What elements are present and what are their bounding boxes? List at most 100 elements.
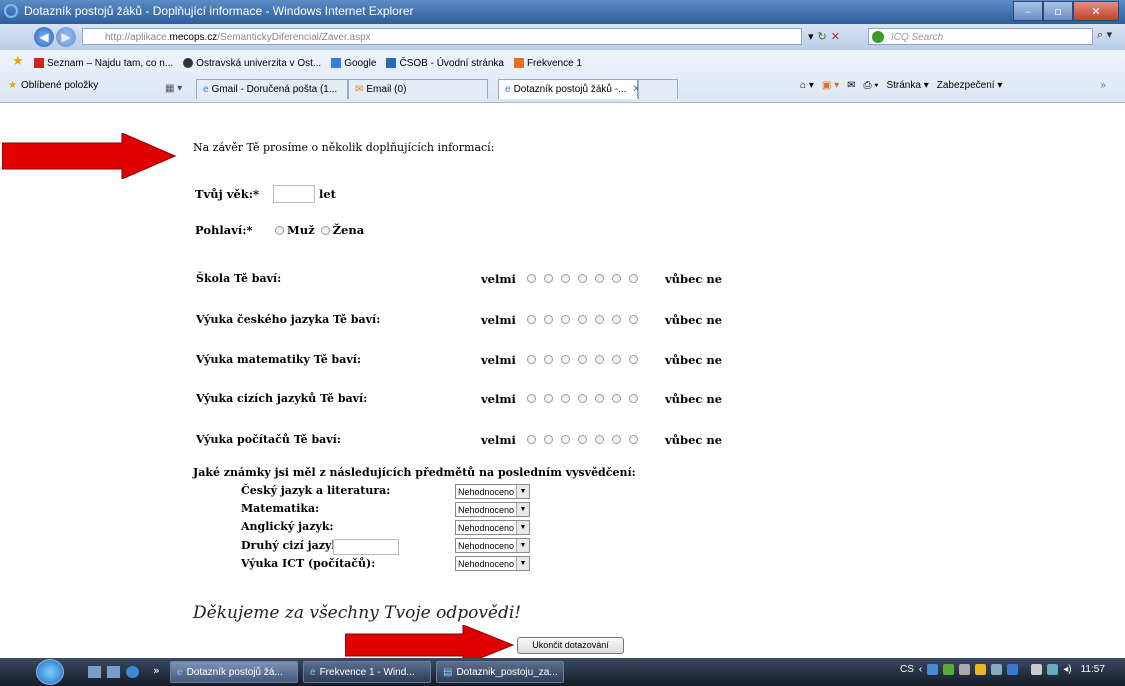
stop-icon[interactable]: ✕ <box>831 30 840 43</box>
grade-select-english[interactable]: Nehodnoceno ▼ <box>455 520 530 535</box>
shield-icon[interactable] <box>975 664 987 675</box>
clock[interactable]: 11:57 <box>1081 664 1105 675</box>
favorite-link-ostravska[interactable]: Ostravská univerzita v Ost... <box>183 55 321 71</box>
forward-arrow-icon[interactable]: ▶ <box>56 27 76 47</box>
favorites-button[interactable]: ★ Oblíbené položky <box>8 80 98 91</box>
scale-radio[interactable] <box>544 435 553 444</box>
scale-radio[interactable] <box>578 355 587 364</box>
grade-select-ict[interactable]: Nehodnoceno ▼ <box>455 556 530 571</box>
scale-radio[interactable] <box>527 394 536 403</box>
scale-radio[interactable] <box>527 274 536 283</box>
scale-radio[interactable] <box>561 435 570 444</box>
page-menu[interactable]: Stránka ▾ <box>886 80 928 91</box>
network-status-icon[interactable] <box>1047 664 1059 675</box>
scale-radio[interactable] <box>578 435 587 444</box>
favorites-label: Oblíbené položky <box>20 80 99 91</box>
more-commands-icon[interactable]: » <box>1100 80 1106 91</box>
scale-radio[interactable] <box>561 315 570 324</box>
scale-radio[interactable] <box>612 315 621 324</box>
back-arrow-icon[interactable]: ◀ <box>34 27 54 47</box>
volume-icon[interactable]: ◂) <box>1063 664 1071 675</box>
scale-radio[interactable] <box>629 315 638 324</box>
tab-dotaznik[interactable]: e Dotazník postojů žáků -... ✕ <box>498 79 641 99</box>
grade-select-czech[interactable]: Nehodnoceno ▼ <box>455 484 530 499</box>
window-titlebar[interactable]: Dotazník postojů žáků - Doplňující infor… <box>0 0 1125 24</box>
submit-button[interactable]: Ukončit dotazování <box>517 637 624 654</box>
scale-radio[interactable] <box>629 355 638 364</box>
scale-radio[interactable] <box>612 274 621 283</box>
favorite-link-google[interactable]: Google <box>331 55 376 71</box>
taskbar-button[interactable]: e Dotazník postojů žá... <box>170 661 298 683</box>
start-button[interactable] <box>36 659 64 685</box>
scale-radio[interactable] <box>629 274 638 283</box>
search-icon[interactable]: ⌕ ▾ <box>1097 28 1117 45</box>
scale-radio[interactable] <box>544 394 553 403</box>
safety-menu[interactable]: Zabezpečení ▾ <box>937 80 1003 91</box>
scale-radio[interactable] <box>578 315 587 324</box>
ie-quicklaunch-icon[interactable] <box>126 666 139 678</box>
tray-app-icon[interactable] <box>1007 664 1019 675</box>
icq-tray-icon[interactable] <box>943 664 955 675</box>
scale-radio[interactable] <box>612 355 621 364</box>
print-icon[interactable]: ⎙ ▾ <box>863 80 878 91</box>
url-input[interactable]: http://aplikace.mecops.cz/SemantickyDife… <box>82 28 802 45</box>
scale-radio[interactable] <box>561 355 570 364</box>
tab-email[interactable]: ✉ Email (0) <box>348 79 488 99</box>
gender-male-radio[interactable] <box>275 225 284 235</box>
second-language-input[interactable] <box>333 539 399 555</box>
scale-radio[interactable] <box>629 435 638 444</box>
scale-radio[interactable] <box>612 394 621 403</box>
gender-female-radio[interactable] <box>320 225 330 235</box>
intro-text: Na závěr Tě prosíme o několik doplňující… <box>193 141 495 154</box>
taskbar-button[interactable]: ▤ Dotaznik_postoju_za... <box>436 661 564 683</box>
ie-icon: e <box>310 666 316 678</box>
quick-tabs-icon[interactable]: ▦ ▾ <box>165 83 182 94</box>
switch-windows-icon[interactable] <box>107 666 120 678</box>
scale-radio[interactable] <box>595 435 604 444</box>
scale-radio[interactable] <box>561 274 570 283</box>
mail-icon[interactable]: ✉ <box>847 80 855 91</box>
scale-radio[interactable] <box>544 355 553 364</box>
refresh-icon[interactable]: ↻ <box>818 30 827 43</box>
tab-gmail[interactable]: e Gmail - Doručená pošta (1... <box>196 79 348 99</box>
language-indicator[interactable]: CS <box>900 664 914 675</box>
scale-radio[interactable] <box>595 394 604 403</box>
scale-radio[interactable] <box>612 435 621 444</box>
scale-radio[interactable] <box>595 315 604 324</box>
scale-radio[interactable] <box>527 435 536 444</box>
scale-radio[interactable] <box>629 394 638 403</box>
scale-radio[interactable] <box>578 274 587 283</box>
feeds-icon[interactable]: ▣ ▾ <box>822 80 839 91</box>
favorite-link-csob[interactable]: ČSOB - Úvodní stránka <box>386 55 504 71</box>
dropdown-icon[interactable]: ▾ <box>808 30 814 43</box>
tray-app-icon[interactable] <box>927 664 939 675</box>
tray-app-icon[interactable] <box>1031 664 1043 675</box>
tray-expand-icon[interactable]: ‹ <box>919 664 922 675</box>
scale-radio[interactable] <box>527 315 536 324</box>
network-icon[interactable] <box>991 664 1003 675</box>
scale-radio[interactable] <box>544 274 553 283</box>
scale-radio[interactable] <box>544 315 553 324</box>
quicklaunch-more-icon[interactable]: » <box>153 664 160 677</box>
grade-select-second-language[interactable]: Nehodnoceno ▼ <box>455 538 530 553</box>
home-icon[interactable]: ⌂ ▾ <box>800 80 814 91</box>
search-input[interactable]: ICQ Search <box>868 28 1093 45</box>
scale-radio[interactable] <box>595 355 604 364</box>
scale-radio[interactable] <box>578 394 587 403</box>
scale-radio[interactable] <box>561 394 570 403</box>
scale-radio[interactable] <box>527 355 536 364</box>
scale-label: Škola Tě baví: <box>196 272 282 285</box>
show-desktop-icon[interactable] <box>88 666 101 678</box>
scale-radio[interactable] <box>595 274 604 283</box>
taskbar-button[interactable]: e Frekvence 1 - Wind... <box>303 661 431 683</box>
close-button[interactable]: ✕ <box>1073 1 1119 21</box>
tray-app-icon[interactable] <box>959 664 971 675</box>
favorites-star-icon[interactable]: ★ <box>12 54 24 69</box>
favorite-link-seznam[interactable]: Seznam – Najdu tam, co n... <box>34 55 173 71</box>
favorite-link-frekvence[interactable]: Frekvence 1 <box>513 55 582 71</box>
maximize-button[interactable]: ▫ <box>1043 1 1073 21</box>
age-input[interactable] <box>273 185 315 203</box>
minimize-button[interactable]: – <box>1013 1 1043 21</box>
grade-select-math[interactable]: Nehodnoceno ▼ <box>455 502 530 517</box>
new-tab-button[interactable] <box>638 79 678 99</box>
